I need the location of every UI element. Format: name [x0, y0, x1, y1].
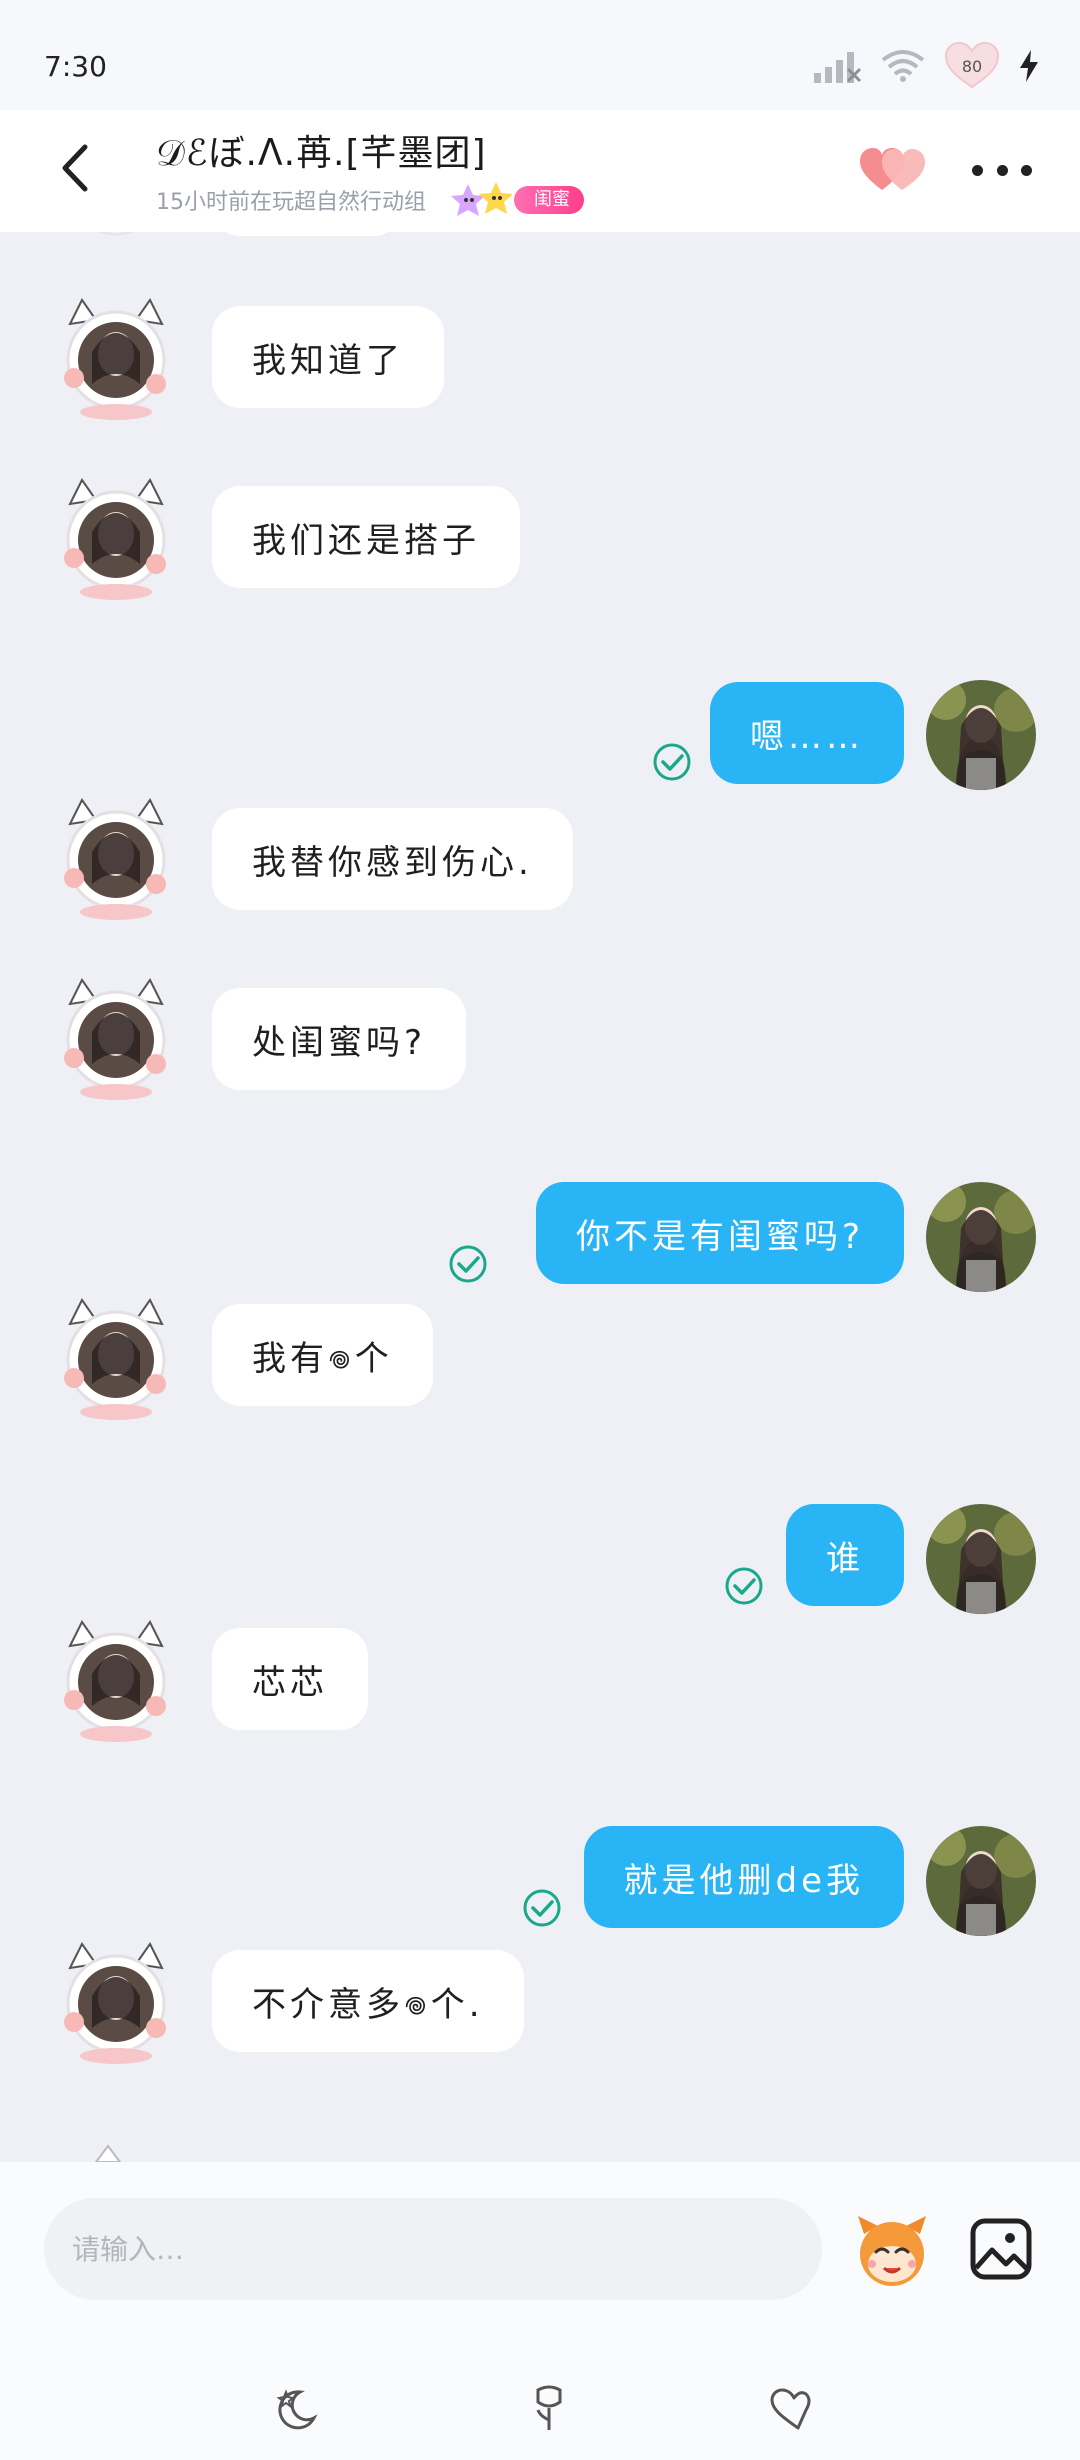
charging-icon [1020, 50, 1038, 82]
bottom-heart-button[interactable] [764, 2384, 814, 2434]
chat-title[interactable]: 𝒟ℰぼ.ᐱ.苒.[芊墨团] [156, 124, 487, 176]
more-dot [972, 164, 983, 176]
message-bubble-incoming[interactable]: 我们还是搭子 [212, 486, 520, 588]
cat-frame-avatar-icon [64, 978, 166, 1100]
read-check-icon [522, 1888, 562, 1928]
contact-avatar[interactable] [56, 1616, 176, 1746]
read-check-icon [448, 1244, 488, 1284]
composer [0, 2162, 1080, 2460]
heart-outline-icon [770, 2388, 811, 2430]
user-avatar[interactable] [926, 1504, 1036, 1614]
rose-icon [536, 2385, 562, 2430]
cat-frame-avatar-icon [98, 232, 134, 236]
cat-frame-avatar-icon [64, 1620, 166, 1742]
contact-avatar[interactable] [56, 1938, 176, 2068]
signal-icon [814, 52, 862, 83]
cat-frame-avatar-icon [64, 1298, 166, 1420]
emoji-button[interactable] [852, 2212, 932, 2288]
bottom-toolbar [0, 2384, 1080, 2444]
message-bubble-incoming[interactable]: 不介意多𖦹个. [212, 1950, 524, 2052]
message-bubble-incoming[interactable]: 我替你感到伤心. [212, 808, 573, 910]
more-options-button[interactable] [972, 148, 1032, 192]
battery-indicator: 80 [944, 41, 1000, 91]
user-avatar[interactable] [926, 1182, 1036, 1292]
cat-frame-avatar-icon [64, 1942, 166, 2064]
message-bubble-incoming[interactable]: 我有𖦹个 [212, 1304, 433, 1406]
emoji-mascot-icon [858, 2216, 926, 2286]
user-photo-avatar-icon [926, 1826, 1036, 1936]
user-avatar[interactable] [926, 680, 1036, 790]
user-photo-avatar-icon [926, 1504, 1036, 1614]
moon-star-icon [276, 2389, 318, 2430]
hearts-button[interactable] [858, 140, 928, 200]
bottom-moon-button[interactable] [270, 2384, 320, 2434]
message-bubble-outgoing[interactable]: 就是他删de我 [583, 1826, 904, 1928]
activity-status: 15小时前在玩超自然行动组 [156, 190, 426, 215]
message-bubble-incoming[interactable]: 我知道了 [212, 306, 444, 408]
read-check-icon [724, 1566, 764, 1606]
contact-avatar[interactable] [56, 232, 176, 250]
contact-avatar[interactable] [56, 474, 176, 604]
user-avatar[interactable] [926, 1826, 1036, 1936]
more-dot [1021, 164, 1032, 176]
message-bubble-incoming[interactable]: 处闺蜜吗? [212, 988, 467, 1090]
cat-frame-avatar-icon [64, 798, 166, 920]
more-dot [996, 164, 1008, 176]
message-bubble-incoming [212, 232, 402, 236]
cat-frame-avatar-icon [64, 298, 166, 420]
hearts-icon [860, 148, 925, 190]
image-button[interactable] [968, 2216, 1034, 2282]
back-button[interactable] [50, 138, 100, 198]
contact-avatar[interactable] [56, 2142, 176, 2162]
message-bubble-outgoing[interactable]: 嗯…… [710, 682, 904, 784]
badge-label: 闺蜜 [514, 186, 584, 214]
subtitle-row: 15小时前在玩超自然行动组 闺蜜 [156, 180, 584, 220]
wifi-icon [881, 50, 925, 82]
message-input[interactable] [44, 2198, 822, 2300]
message-bubble-outgoing[interactable]: 你不是有闺蜜吗? [535, 1182, 904, 1284]
image-icon [970, 2218, 1032, 2280]
chat-header: 𝒟ℰぼ.ᐱ.苒.[芊墨团] 15小时前在玩超自然行动组 闺蜜 [0, 110, 1080, 232]
battery-level: 80 [961, 56, 983, 76]
chat-messages[interactable]: 我知道了 我们还是搭子 嗯…… 我替你感到伤心. 处闺蜜吗? 你不是有闺蜜吗? … [0, 232, 1080, 2162]
bottom-rose-button[interactable] [524, 2384, 574, 2434]
message-bubble-incoming[interactable]: 芯芯 [212, 1628, 368, 1730]
cat-frame-avatar-icon [94, 2144, 122, 2162]
relationship-badge[interactable]: 闺蜜 [446, 180, 584, 220]
user-photo-avatar-icon [926, 1182, 1036, 1292]
cat-frame-avatar-icon [64, 478, 166, 600]
status-icons: 80 [812, 41, 1040, 91]
contact-avatar[interactable] [56, 294, 176, 424]
user-photo-avatar-icon [926, 680, 1036, 790]
read-check-icon [652, 742, 692, 782]
message-bubble-outgoing[interactable]: 谁 [786, 1504, 904, 1606]
status-time: 7:30 [44, 50, 107, 83]
contact-avatar[interactable] [56, 1294, 176, 1424]
contact-avatar[interactable] [56, 794, 176, 924]
contact-avatar[interactable] [56, 974, 176, 1104]
chevron-left-icon [62, 144, 88, 192]
